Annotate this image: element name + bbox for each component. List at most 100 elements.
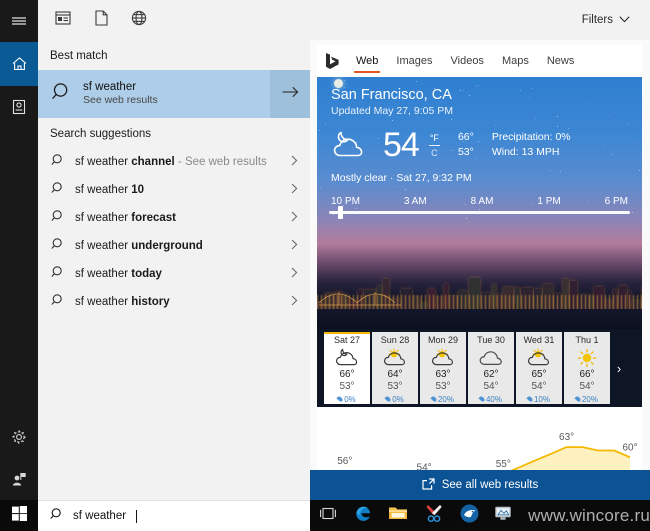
- edge-browser-button[interactable]: [345, 500, 380, 531]
- chevron-right-icon[interactable]: [284, 181, 304, 199]
- filter-documents-button[interactable]: [82, 0, 120, 40]
- sun-behind-cloud-icon: [430, 348, 456, 368]
- search-icon: [51, 153, 75, 172]
- forecast-next-button[interactable]: ›: [612, 332, 626, 404]
- chevron-right-icon[interactable]: [284, 153, 304, 171]
- filter-web-button[interactable]: [120, 0, 158, 40]
- suggestion-item[interactable]: sf weather today: [38, 260, 310, 288]
- filter-apps-button[interactable]: [44, 0, 82, 40]
- forecast-day-name: Wed 31: [523, 335, 555, 345]
- watermark: www.wincore.ru: [528, 505, 650, 525]
- paint-app-icon: [494, 505, 514, 527]
- sidebar-item-settings[interactable]: [0, 416, 38, 458]
- forecast-day-card[interactable]: Thu 1 66° 54° 20%: [564, 332, 610, 404]
- hour-label: 3 AM: [403, 196, 427, 208]
- suggestion-label: sf weather history: [75, 296, 170, 308]
- hourly-slider-thumb[interactable]: [338, 206, 344, 220]
- bing-tab-bar: Web Images Videos Maps News: [317, 45, 642, 77]
- chevron-right-icon[interactable]: [284, 265, 304, 283]
- filters-dropdown[interactable]: Filters: [582, 14, 630, 26]
- search-input[interactable]: sf weather: [73, 510, 126, 522]
- bing-tab-news[interactable]: News: [538, 45, 584, 77]
- weather-updated: Updated May 27, 9:05 PM: [331, 105, 453, 118]
- suggestion-item[interactable]: sf weather 10: [38, 176, 310, 204]
- search-icon: [50, 507, 64, 526]
- daily-forecast-strip: Sat 27 66° 53° 0% Sun 28 64° 53° 0% Mon 29 63° 53°…: [317, 329, 642, 407]
- bing-logo-icon: [325, 52, 347, 70]
- hourly-slider[interactable]: 10 PM 3 AM 8 AM 1 PM 6 PM: [329, 196, 630, 220]
- bing-tab-images[interactable]: Images: [387, 45, 441, 77]
- hourly-slider-track[interactable]: [329, 206, 630, 220]
- hour-label: 6 PM: [604, 196, 628, 208]
- suggestion-item[interactable]: sf weather history: [38, 288, 310, 316]
- forecast-low: 53°: [387, 381, 403, 393]
- forecast-precipitation: 40%: [478, 395, 502, 405]
- cortana-search-window: Filters Best match sf weather See web re…: [0, 0, 650, 531]
- water-drop-icon: [574, 395, 582, 404]
- chevron-right-icon[interactable]: [284, 209, 304, 227]
- arrow-right-icon: [282, 85, 299, 103]
- file-explorer-icon: [388, 505, 408, 526]
- search-icon: [51, 265, 75, 284]
- suggestion-item[interactable]: sf weather underground: [38, 232, 310, 260]
- snipping-tool-icon: [424, 504, 444, 527]
- paint-app-button[interactable]: [487, 500, 522, 531]
- forecast-day-card[interactable]: Tue 30 62° 54° 40%: [468, 332, 514, 404]
- best-match-text: sf weather See web results: [83, 80, 158, 108]
- task-view-icon: [319, 507, 337, 525]
- sidebar-item-home[interactable]: [0, 42, 38, 86]
- unit-celsius[interactable]: C: [431, 146, 438, 159]
- forecast-day-name: Sun 28: [380, 335, 410, 345]
- forecast-day-card[interactable]: Sun 28 64° 53° 0%: [372, 332, 418, 404]
- task-view-button[interactable]: [310, 500, 345, 531]
- chevron-right-icon[interactable]: [284, 293, 304, 311]
- gear-icon: [11, 429, 27, 445]
- sun-behind-cloud-icon: [382, 348, 408, 368]
- weather-condition: Mostly clear · Sat 27, 9:32 PM: [331, 172, 472, 185]
- suggestion-item[interactable]: sf weather forecast: [38, 204, 310, 232]
- taskbar-search-box[interactable]: sf weather: [38, 500, 310, 531]
- snipping-tool-button[interactable]: [416, 500, 451, 531]
- see-all-web-results-button[interactable]: See all web results: [310, 470, 650, 500]
- moon-behind-cloud-icon: [334, 348, 360, 368]
- chevron-down-icon: [619, 14, 630, 26]
- bing-tab-maps[interactable]: Maps: [493, 45, 538, 77]
- forecast-day-card[interactable]: Sat 27 66° 53° 0%: [324, 332, 370, 404]
- chevron-right-icon[interactable]: [284, 237, 304, 255]
- moon-behind-cloud-icon: [331, 128, 375, 162]
- sidebar-item-feedback[interactable]: [0, 458, 38, 500]
- search-icon: [51, 181, 75, 200]
- bing-tab-web[interactable]: Web: [347, 45, 387, 77]
- start-button[interactable]: [0, 500, 38, 531]
- forecast-day-card[interactable]: Mon 29 63° 53° 20%: [420, 332, 466, 404]
- web-icon: [131, 10, 147, 31]
- forecast-precipitation: 0%: [384, 395, 404, 405]
- best-match-main[interactable]: sf weather See web results: [38, 70, 270, 118]
- forecast-precipitation: 20%: [430, 395, 454, 405]
- best-match-result[interactable]: sf weather See web results: [38, 70, 310, 118]
- forecast-day-card[interactable]: Wed 31 65° 54° 10%: [516, 332, 562, 404]
- bay-bridge-icon: [318, 283, 401, 309]
- weather-high: 66°: [457, 130, 474, 143]
- hamburger-menu-button[interactable]: [0, 0, 38, 42]
- water-drop-icon: [384, 395, 392, 404]
- water-drop-icon: [526, 395, 534, 404]
- suggestion-label: sf weather forecast: [75, 212, 176, 224]
- forecast-high: 66°: [579, 368, 595, 380]
- forecast-day-name: Thu 1: [575, 335, 599, 345]
- bing-tab-videos[interactable]: Videos: [442, 45, 493, 77]
- chart-point-label: 60°: [622, 442, 637, 453]
- bird-app-button[interactable]: [451, 500, 486, 531]
- search-icon: [51, 237, 75, 256]
- temperature-unit-toggle[interactable]: °F C: [428, 132, 440, 159]
- hour-label: 1 PM: [537, 196, 561, 208]
- filters-label: Filters: [581, 14, 613, 26]
- water-drop-icon: [478, 395, 486, 404]
- suggestion-item[interactable]: sf weather channel - See web results: [38, 148, 310, 176]
- hour-label: 8 AM: [470, 196, 494, 208]
- unit-fahrenheit[interactable]: °F: [428, 132, 440, 146]
- best-match-go-button[interactable]: [270, 70, 310, 118]
- file-explorer-button[interactable]: [381, 500, 416, 531]
- bird-app-icon: [460, 504, 479, 528]
- sidebar-item-notebook[interactable]: [0, 86, 38, 128]
